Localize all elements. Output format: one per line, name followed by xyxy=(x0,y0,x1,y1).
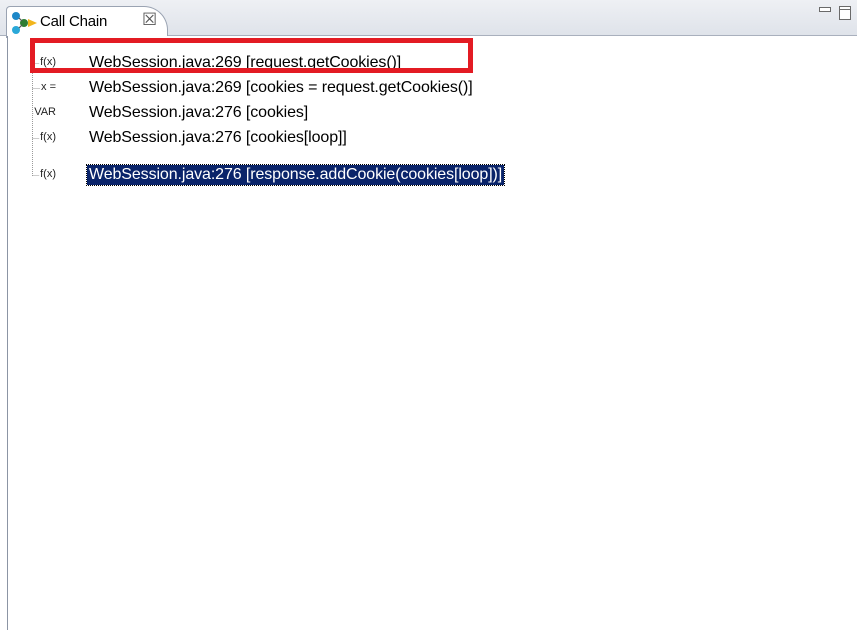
tree-row-5-selected[interactable]: f(x) WebSession.java:276 [response.addCo… xyxy=(8,164,848,188)
function-icon: f(x) xyxy=(39,168,56,180)
highlight-annotation-box xyxy=(30,38,473,73)
tree-row-4[interactable]: f(x) WebSession.java:276 [cookies[loop]] xyxy=(8,127,848,151)
call-chain-tree-panel: f(x) WebSession.java:269 [request.getCoo… xyxy=(7,36,857,630)
tree-row-label[interactable]: WebSession.java:269 [cookies = request.g… xyxy=(87,78,475,98)
view-tab-strip: Call Chain ☒ xyxy=(0,0,857,38)
tab-label: Call Chain xyxy=(40,13,108,30)
variable-icon: VAR xyxy=(33,106,56,118)
close-icon[interactable]: ☒ xyxy=(142,10,157,30)
tree-row-label[interactable]: WebSession.java:276 [response.addCookie(… xyxy=(85,164,506,186)
call-chain-icon xyxy=(12,12,37,34)
tab-call-chain[interactable]: Call Chain ☒ xyxy=(6,6,168,38)
view-controls xyxy=(811,4,855,22)
tree-row-2[interactable]: x = WebSession.java:269 [cookies = reque… xyxy=(8,77,848,101)
tree-row-3[interactable]: VAR WebSession.java:276 [cookies] xyxy=(8,102,848,126)
call-chain-tree[interactable]: f(x) WebSession.java:269 [request.getCoo… xyxy=(8,36,857,630)
minimize-icon[interactable] xyxy=(819,7,831,12)
maximize-icon[interactable] xyxy=(839,6,851,20)
tree-row-label[interactable]: WebSession.java:276 [cookies] xyxy=(87,103,310,123)
function-icon: f(x) xyxy=(39,131,56,143)
tree-row-label[interactable]: WebSession.java:276 [cookies[loop]] xyxy=(87,128,349,148)
assignment-icon: x = xyxy=(40,81,56,93)
